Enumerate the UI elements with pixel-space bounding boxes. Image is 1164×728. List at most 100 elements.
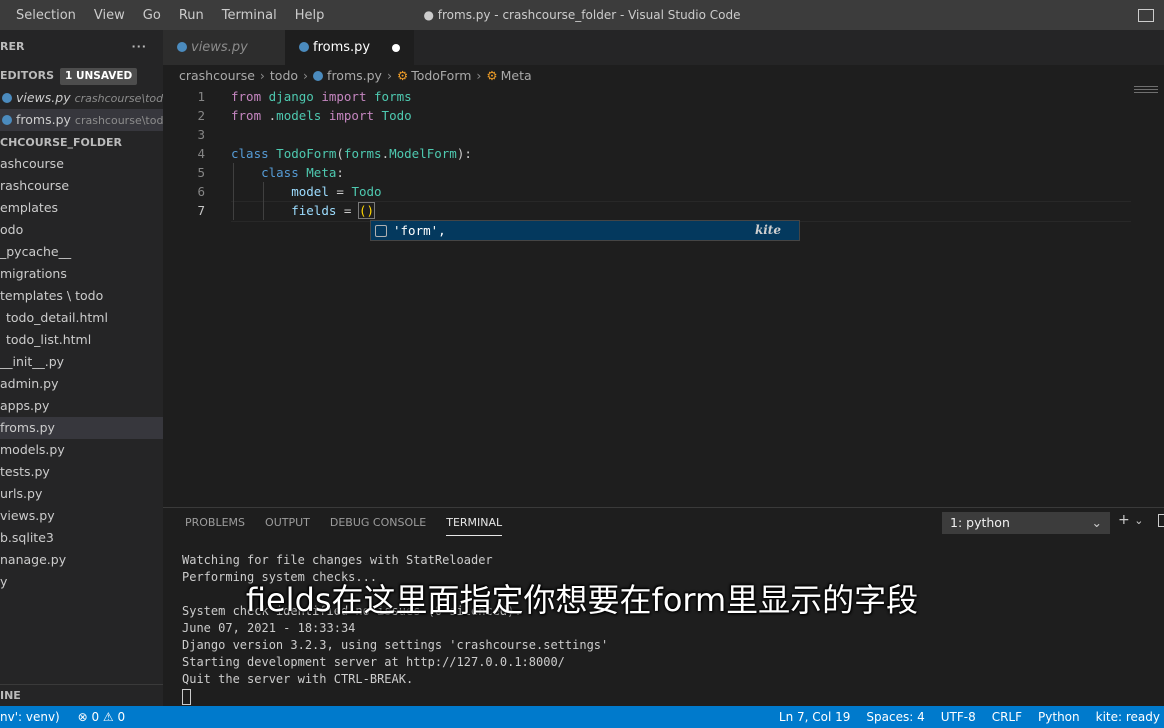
line-number: 3	[197, 127, 205, 142]
outline-header[interactable]: INE	[0, 684, 163, 706]
terminal-line: Watching for file changes with StatReloa…	[182, 553, 493, 567]
code-token: forms	[374, 89, 412, 104]
cursor-position[interactable]: Ln 7, Col 19	[779, 706, 851, 728]
plus-icon[interactable]: +	[1118, 512, 1130, 528]
code-token: Meta	[306, 165, 337, 180]
line-number: 5	[197, 165, 205, 180]
encoding[interactable]: UTF-8	[941, 706, 976, 728]
unsaved-dot-icon[interactable]	[392, 43, 401, 52]
split-terminal-icon[interactable]	[1157, 513, 1164, 527]
code-token: forms	[343, 146, 382, 161]
chevron-down-icon[interactable]: ⌄	[1134, 514, 1143, 527]
editor-tabs: views.py froms.py	[163, 30, 1164, 65]
open-editors-header[interactable]: EDITORS 1 UNSAVED	[0, 65, 163, 87]
code-line[interactable]: 2 from .models import Todo	[163, 106, 1123, 125]
tree-item[interactable]: urls.py	[0, 483, 163, 505]
indentation[interactable]: Spaces: 4	[866, 706, 924, 728]
problems-count[interactable]: ⊗ 0 ⚠ 0	[78, 710, 126, 724]
explorer-header: RER ···	[0, 36, 163, 58]
status-left: nv': venv) ⊗ 0 ⚠ 0	[0, 706, 125, 728]
open-editor-views[interactable]: views.py crashcourse\todo	[0, 87, 163, 109]
code-text: from django import forms	[231, 87, 412, 106]
autocomplete-suggestion[interactable]: 'form', kite	[370, 220, 800, 241]
terminal-select-value: 1: python	[950, 515, 1010, 530]
breadcrumb-item[interactable]: crashcourse	[179, 68, 255, 83]
explorer-title: RER	[0, 40, 25, 53]
kite-status[interactable]: kite: ready	[1096, 706, 1160, 728]
code-editor[interactable]: 1 from django import forms 2 from .models i…	[163, 87, 1153, 507]
breadcrumb-item[interactable]: todo	[270, 68, 298, 83]
open-editor-path: crashcourse\todo	[74, 92, 163, 105]
folder-label: CHCOURSE_FOLDER	[0, 136, 123, 149]
code-line[interactable]: 6 model = Todo	[163, 182, 1123, 201]
line-ending[interactable]: CRLF	[992, 706, 1022, 728]
tree-item[interactable]: todo_list.html	[0, 329, 163, 351]
code-line[interactable]: 7 fields = ()	[163, 201, 1123, 220]
tree-item[interactable]: ashcourse	[0, 153, 163, 175]
code-text: from .models import Todo	[231, 106, 412, 125]
tree-item[interactable]: emplates	[0, 197, 163, 219]
tab-terminal[interactable]: TERMINAL	[446, 508, 502, 538]
python-file-icon	[177, 41, 187, 52]
tree-item[interactable]: templates \ todo	[0, 285, 163, 307]
code-token: from	[231, 108, 262, 123]
open-editors-label: EDITORS	[0, 69, 54, 82]
open-editor-froms[interactable]: froms.py crashcourse\todo	[0, 109, 163, 131]
restore-window-icon[interactable]	[1138, 9, 1154, 22]
terminal-line: Django version 3.2.3, using settings 'cr…	[182, 638, 609, 652]
panel-tabs: PROBLEMS OUTPUT DEBUG CONSOLE TERMINAL	[185, 508, 522, 538]
tree-item[interactable]: _pycache__	[0, 241, 163, 263]
class-symbol-icon: ⚙	[486, 68, 498, 83]
video-subtitle: fields在这里面指定你想要在form里显示的字段	[245, 581, 919, 619]
tree-item[interactable]: __init__.py	[0, 351, 163, 373]
window-title: ● froms.py - crashcourse_folder - Visual…	[423, 8, 741, 22]
tab-problems[interactable]: PROBLEMS	[185, 508, 245, 538]
code-token: django	[268, 89, 314, 104]
python-file-icon	[2, 92, 12, 103]
breadcrumb-item[interactable]: froms.py	[327, 68, 382, 83]
code-token: ):	[456, 146, 472, 161]
code-token: Todo	[381, 108, 412, 123]
more-actions-icon[interactable]: ···	[131, 36, 147, 58]
language-mode[interactable]: Python	[1038, 706, 1080, 728]
tree-item[interactable]: odo	[0, 219, 163, 241]
tab-froms[interactable]: froms.py	[285, 30, 415, 65]
folder-header[interactable]: CHCOURSE_FOLDER	[0, 132, 163, 154]
chevron-right-icon: ›	[386, 68, 392, 83]
terminal-line: June 07, 2021 - 18:33:34	[182, 621, 356, 635]
terminal-line: Starting development server at http://12…	[182, 655, 565, 669]
chevron-right-icon: ›	[476, 68, 482, 83]
tab-debug-console[interactable]: DEBUG CONSOLE	[330, 508, 426, 538]
python-interpreter[interactable]: nv': venv)	[0, 710, 60, 724]
tree-item[interactable]: migrations	[0, 263, 163, 285]
tree-item[interactable]: apps.py	[0, 395, 163, 417]
code-token: models	[276, 108, 322, 123]
minimap[interactable]	[1134, 86, 1158, 98]
tab-output[interactable]: OUTPUT	[265, 508, 310, 538]
tree-item[interactable]: todo_detail.html	[0, 307, 163, 329]
tree-item[interactable]: admin.py	[0, 373, 163, 395]
unsaved-badge: 1 UNSAVED	[60, 68, 138, 85]
code-line[interactable]: 5 class Meta:	[163, 163, 1123, 182]
tab-views[interactable]: views.py	[163, 30, 285, 65]
tree-item[interactable]: tests.py	[0, 461, 163, 483]
code-line[interactable]: 3	[163, 125, 1123, 144]
breadcrumb-item[interactable]: Meta	[501, 68, 532, 83]
code-line[interactable]: 4 class TodoForm(forms.ModelForm):	[163, 144, 1123, 163]
tree-item[interactable]: nanage.py	[0, 549, 163, 571]
title-bar: Selection View Go Run Terminal Help ● fr…	[0, 0, 1164, 30]
code-token: =	[328, 184, 352, 199]
tree-item[interactable]: b.sqlite3	[0, 527, 163, 549]
code-line[interactable]: 1 from django import forms	[163, 87, 1123, 106]
tree-item-selected[interactable]: froms.py	[0, 417, 163, 439]
open-editor-path: crashcourse\todo	[74, 114, 163, 127]
tree-item[interactable]: views.py	[0, 505, 163, 527]
line-number: 6	[197, 184, 205, 199]
breadcrumb-item[interactable]: TodoForm	[411, 68, 471, 83]
tree-item[interactable]: rashcourse	[0, 175, 163, 197]
terminal-select[interactable]: 1: python ⌄	[942, 512, 1110, 534]
tree-item[interactable]: models.py	[0, 439, 163, 461]
